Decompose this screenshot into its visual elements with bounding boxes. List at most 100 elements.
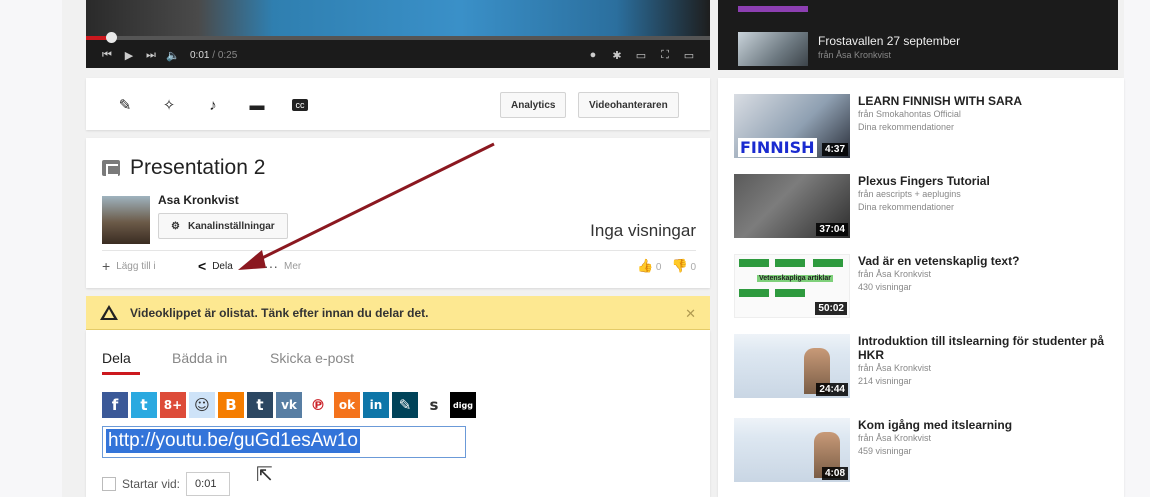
video-title[interactable]: Plexus Fingers Tutorial [858,174,1118,188]
divider [102,250,696,251]
video-channel: från Åsa Kronkvist [858,363,932,373]
add-to-label: Lägg till i [116,260,156,272]
video-thumbnail[interactable]: 24:44 [734,334,850,398]
play-icon[interactable]: ▶ [118,44,140,66]
start-at-label: Startar vid: [122,477,181,491]
dislike-button[interactable]: 👎 0 [671,258,696,274]
analytics-button[interactable]: Analytics [500,92,567,118]
close-icon[interactable]: ✕ [685,306,696,322]
playlist-icon [102,160,120,176]
channel-settings-label: Kanalinställningar [187,220,275,232]
active-tab-indicator [102,372,140,375]
video-duration: 4:08 [821,467,848,480]
stumbleupon-icon[interactable]: s [421,392,447,418]
thumb-block [775,289,805,297]
tab-share[interactable]: Dela [102,350,131,366]
volume-icon[interactable]: 🔈 [162,44,184,66]
video-title[interactable]: Vad är en vetenskaplig text? [858,254,1118,268]
video-title[interactable]: Kom igång med itslearning [858,418,1118,432]
video-title: Presentation 2 [130,156,266,179]
cc-icon[interactable]: cc [292,99,308,111]
video-title[interactable]: Introduktion till itslearning för studen… [858,334,1118,362]
next-icon[interactable]: ⏭ [140,44,162,66]
like-button[interactable]: 👍 0 [637,258,662,274]
digg-icon[interactable]: digg [450,392,476,418]
thumb-block [813,259,843,267]
more-label: Mer [284,260,302,272]
cast-icon[interactable]: ▭ [678,44,700,66]
video-channel: från Åsa Kronkvist [858,269,932,279]
gear-icon[interactable]: ✱ [606,44,628,66]
channel-settings-button[interactable]: ⚙ Kanalinställningar [158,213,288,239]
pencil-icon[interactable]: ✎ [116,96,134,114]
share-url-field[interactable]: http://youtu.be/guGd1esAw1o [102,426,466,458]
linkedin-icon[interactable]: in [363,392,389,418]
warning-icon [100,305,118,320]
video-meta: Vad är en vetenskaplig text? från Åsa Kr… [858,254,1118,294]
facebook-icon[interactable]: f [102,392,128,418]
up-next-title[interactable]: Frostavallen 27 september [818,34,960,48]
thumb-block [739,259,769,267]
video-info: 214 visningar [858,376,912,386]
video-channel: från Smokahontas Official [858,109,961,119]
music-note-icon[interactable]: ♪ [204,96,222,114]
share-url-text: http://youtu.be/guGd1esAw1o [106,429,360,453]
video-info: Dina rekommendationer [858,122,955,132]
video-manager-button[interactable]: Videohanteraren [578,92,679,118]
share-button[interactable]: < Dela [198,258,233,274]
thumb-block [739,289,769,297]
googleplus-icon[interactable]: 8+ [160,392,186,418]
blogger-icon[interactable]: B [218,392,244,418]
livejournal-icon[interactable]: ✎ [392,392,418,418]
video-player[interactable]: ⏮ ▶ ⏭ 🔈 0:01 / 0:25 ● ✱ ▭ ⛶ ▭ [86,0,710,68]
twitter-icon[interactable]: t [131,392,157,418]
start-at-checkbox[interactable] [102,477,116,491]
video-title[interactable]: LEARN FINNISH WITH SARA [858,94,1118,108]
time-display: 0:01 / 0:25 [190,50,237,61]
start-at: Startar vid: 0:01 [102,472,231,496]
start-at-input[interactable]: 0:01 [186,472,231,496]
annotations-icon[interactable]: ● [582,44,604,66]
thumbs-up-icon: 👍 [636,258,654,273]
previous-icon[interactable]: ⏮ [96,44,118,66]
like-count: 0 [655,262,662,273]
progress-bar[interactable] [86,36,710,40]
fullscreen-icon[interactable]: ⛶ [654,44,676,66]
reddit-icon[interactable]: ☺ [189,392,215,418]
theater-mode-icon[interactable]: ▭ [630,44,652,66]
channel-owner[interactable]: Asa Kronkvist [158,193,239,207]
tumblr-icon[interactable]: t [247,392,273,418]
view-count: Inga visningar [590,221,696,240]
tab-embed[interactable]: Bädda in [172,350,227,366]
title-row: Presentation 2 [102,156,265,180]
video-channel: från aescripts + aeplugins [858,189,961,199]
vk-icon[interactable]: vk [276,392,302,418]
video-frame[interactable] [86,0,710,36]
up-next-thumbnail[interactable] [738,32,808,66]
odnoklassniki-icon[interactable]: ok [334,392,360,418]
page-margin-left [0,0,62,497]
video-duration: 24:44 [816,383,848,396]
share-icon: < [198,258,207,274]
pinterest-icon[interactable]: ℗ [305,392,331,418]
tab-email[interactable]: Skicka e-post [270,350,354,366]
avatar[interactable] [102,196,150,244]
video-thumbnail[interactable]: 4:08 [734,418,850,482]
video-meta: Introduktion till itslearning för studen… [858,334,1118,388]
thumb-block [775,259,805,267]
gear-icon: ⚙ [171,220,180,232]
video-thumbnail[interactable]: 37:04 [734,174,850,238]
magic-wand-icon[interactable]: ✧ [160,96,178,114]
dislike-count: 0 [690,262,696,273]
video-channel: från Åsa Kronkvist [858,433,932,443]
social-buttons: f t 8+ ☺ Bt vk ℗ ok in ✎ s digg [102,392,476,418]
video-thumbnail[interactable]: FINNISH 4:37 [734,94,850,158]
more-button[interactable]: ··· Mer [264,258,301,274]
speech-bubble-icon[interactable]: ▬ [248,96,266,114]
player-controls-right: ● ✱ ▭ ⛶ ▭ [582,42,700,68]
unlisted-warning: Videoklippet är olistat. Tänk efter inna… [86,296,710,330]
add-to-button[interactable]: + Lägg till i [102,258,156,274]
related-videos: FINNISH 4:37 LEARN FINNISH WITH SARA frå… [718,78,1124,497]
current-time: 0:01 [190,49,210,61]
video-thumbnail[interactable]: Vetenskapliga artiklar 50:02 [734,254,850,318]
